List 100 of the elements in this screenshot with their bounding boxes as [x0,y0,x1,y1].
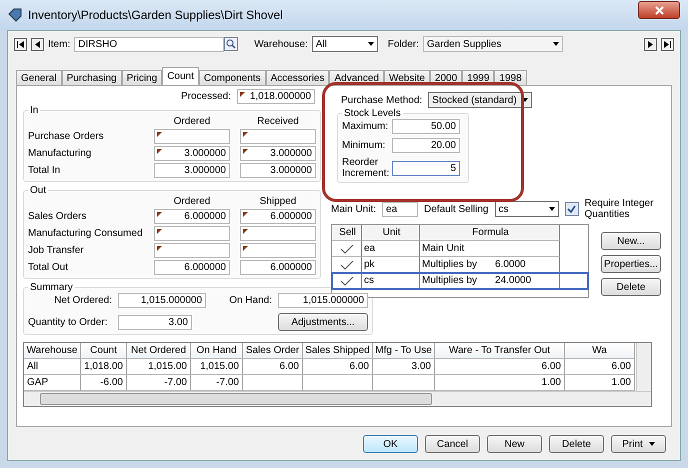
column-header: Ordered [172,196,212,207]
dialog-button[interactable]: Delete [549,435,604,453]
number-field[interactable] [154,243,230,258]
unit-button[interactable]: Properties... [601,255,661,273]
column-header[interactable]: Mfg - To Use [373,343,435,359]
previous-record-button[interactable] [31,38,44,50]
row-label: Purchase Orders [28,131,105,142]
number-field[interactable]: 1,015.000000 [118,293,206,308]
folder-label: Folder: [388,38,419,50]
unit-row[interactable]: cs Multiplies by 24.0000 [332,273,588,289]
tab[interactable]: Count [162,67,199,85]
first-icon [17,40,24,48]
row-label: Total Out [28,262,70,273]
number-field[interactable]: 3.000000 [154,146,230,161]
folder-dropdown[interactable]: Garden Supplies [422,36,563,52]
unit-button[interactable]: New... [601,232,661,250]
purchase-method-dropdown[interactable]: Stocked (standard) [428,92,532,108]
table-cell: 6.00 [303,359,373,375]
check-icon [340,276,354,286]
number-field[interactable] [240,226,316,241]
group-title: In [29,105,40,116]
column-header[interactable]: Net Ordered [127,343,191,359]
tab[interactable]: General [16,70,62,85]
unit-row[interactable]: pk Multiplies by 6.0000 [332,257,588,273]
dialog-button[interactable]: New [487,435,542,453]
close-icon [654,6,664,14]
vertical-scrollbar[interactable] [636,343,651,391]
last-record-button[interactable] [661,38,674,50]
column-header[interactable]: Wa [565,343,635,359]
tab[interactable]: Purchasing [62,70,122,85]
flag-icon [243,149,248,154]
number-field[interactable]: 6.000000 [154,209,230,224]
tab[interactable]: Pricing [122,70,162,85]
column-header[interactable]: Sales Order [243,343,303,359]
number-field[interactable] [154,129,230,144]
number-field[interactable]: 3.000000 [240,163,316,178]
table-cell: 6.00 [435,359,565,375]
first-record-button[interactable] [14,38,27,50]
flag-icon [240,92,245,97]
column-header[interactable]: On Hand [191,343,243,359]
main-unit-field[interactable]: ea [382,202,418,216]
dialog-button[interactable]: OK [363,435,418,453]
number-field[interactable]: 1,015.000000 [278,293,368,308]
number-field[interactable]: 20.00 [392,138,460,153]
window-title: Inventory\Products\Garden Supplies\Dirt Shovel [28,8,284,22]
row-label: Total In [28,165,62,176]
main-unit-label: Main Unit: [331,204,376,214]
number-field[interactable]: 6.000000 [240,260,316,275]
table-cell: 6.00 [243,359,303,375]
row-label: Manufacturing Consumed [28,228,144,239]
adjustments-button[interactable]: Adjustments... [278,313,368,331]
tag-icon [8,8,22,22]
checkbox-label: Require Integer Quantities [584,198,654,220]
number-field[interactable]: 3.000000 [154,163,230,178]
number-field[interactable]: 50.00 [392,119,460,134]
warehouse-dropdown[interactable]: All [312,36,378,52]
search-icon[interactable] [224,37,238,51]
next-record-button[interactable] [644,38,657,50]
number-field[interactable]: 6.000000 [240,209,316,224]
unit-button[interactable]: Delete [601,278,661,296]
tab[interactable]: Components [198,70,266,85]
column-header[interactable]: Count [81,343,127,359]
flag-icon [243,212,248,217]
table-cell: 1,015.00 [191,359,243,375]
number-field[interactable]: 5 [392,160,460,176]
number-field[interactable]: 6.000000 [154,260,230,275]
check-icon [340,260,354,270]
number-field[interactable] [154,226,230,241]
default-selling-dropdown[interactable]: cs [494,201,558,217]
column-header: Ordered [172,116,212,127]
next-icon [648,40,653,48]
table-cell: 1,018.00 [81,359,127,375]
purchase-method-label: Purchase Method: [341,94,422,106]
stock-level-label: Minimum: [342,140,386,151]
item-field[interactable]: DIRSHO [74,36,224,52]
quantity-field[interactable]: 3.00 [118,314,192,330]
table-cell: pk [362,257,420,273]
column-header: Received [256,116,300,127]
flag-icon [157,212,162,217]
dialog-button[interactable]: Print [611,435,666,453]
column-header[interactable]: Ware - To Transfer Out [435,343,565,359]
last-icon [664,40,671,48]
column-header[interactable]: Warehouse [24,343,81,359]
flag-icon [243,229,248,234]
number-field[interactable]: 1,018.000000 [237,89,315,104]
column-header[interactable]: Sales Shipped [303,343,373,359]
number-field[interactable]: 3.000000 [240,146,316,161]
tab[interactable]: Accessories [266,70,330,85]
close-button[interactable] [638,1,680,19]
table-cell: 3.00 [373,359,435,375]
horizontal-scrollbar[interactable] [24,391,651,406]
unit-row[interactable]: ea Main Unit [332,241,588,257]
dialog-button[interactable]: Cancel [425,435,480,453]
flag-icon [157,246,162,251]
number-field[interactable] [240,129,316,144]
number-field[interactable] [240,243,316,258]
net-ordered-label: Net Ordered: [53,295,112,306]
row-label: Manufacturing [28,148,92,159]
checkbox[interactable] [564,202,578,216]
group-title: Stock Levels [343,108,402,119]
